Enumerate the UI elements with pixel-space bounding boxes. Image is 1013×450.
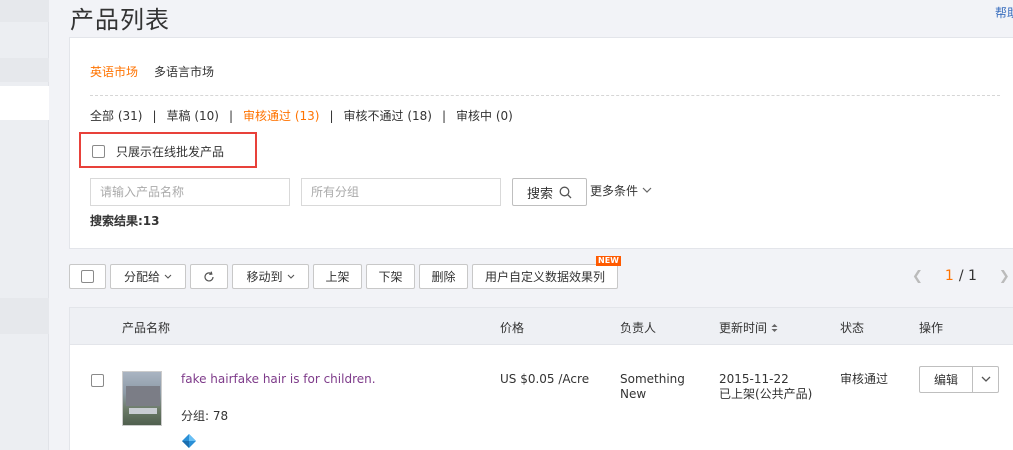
refresh-button[interactable] [190,264,228,289]
product-group: 分组: 78 [181,409,229,423]
select-all-checkbox[interactable] [81,270,94,283]
product-price: US $0.05 /Acre [500,372,590,386]
tab-english-market[interactable]: 英语市场 [90,63,138,80]
group-select[interactable]: 所有分组 [301,178,501,206]
search-result-count: 搜索结果:13 [90,214,160,228]
sidebar-block [0,298,49,334]
col-updated-time-label: 更新时间 [719,321,768,335]
page-title: 产品列表 [70,6,170,34]
table-header: 产品名称 价格 负责人 更新时间 状态 操作 [70,308,1013,345]
delete-button[interactable]: 删除 [419,264,468,289]
left-sidebar [0,0,49,450]
assign-button[interactable]: 分配给 [110,264,186,289]
col-product-name: 产品名称 [122,321,171,335]
product-thumbnail[interactable] [122,371,162,426]
diamond-icon [182,434,196,448]
select-all-button[interactable] [69,264,106,289]
product-title-link[interactable]: fake hairfake hair is for children. [181,372,376,387]
thumbnail-wall [129,408,157,414]
assign-label: 分配给 [123,270,160,284]
bulk-action-toolbar: 分配给 移动到 上架 下架 删除 用户自定义数据效果列 NEW [69,256,621,289]
prev-page-icon[interactable]: ❮ [912,269,923,284]
product-name-input[interactable]: 请输入产品名称 [90,178,290,206]
product-status: 审核通过 [840,372,889,386]
list-down-button[interactable]: 下架 [366,264,415,289]
search-icon [559,186,572,198]
col-actions: 操作 [919,321,944,335]
search-button-label: 搜索 [526,186,553,202]
product-owner-line1: Something [620,372,685,386]
separator: | [329,108,334,123]
separator: | [441,108,446,123]
status-filter-pending[interactable]: 审核中 (0) [456,107,513,124]
separator: | [228,108,233,123]
refresh-icon [204,270,214,281]
next-page-icon[interactable]: ❯ [999,269,1010,284]
product-listing-note: 已上架(公共产品) [719,387,813,401]
actions-dropdown-button[interactable] [973,366,999,393]
product-owner-line2: New [620,387,647,401]
sidebar-item-selected[interactable] [0,86,49,120]
more-conditions-toggle[interactable]: 更多条件 [590,182,652,199]
col-owner: 负责人 [620,321,657,335]
row-checkbox[interactable] [91,374,104,387]
only-online-wholesale-label: 只展示在线批发产品 [116,145,225,159]
separator: | [152,108,157,123]
status-filter-approved[interactable]: 审核通过 (13) [243,107,319,124]
edit-button[interactable]: 编辑 [919,366,973,393]
divider [90,95,1000,96]
custom-columns-label: 用户自定义数据效果列 [484,270,605,284]
product-table: 产品名称 价格 负责人 更新时间 状态 操作 fake hairfake hai… [69,307,1013,450]
pagination: ❮ 1 / 1 ❯ [912,268,1010,284]
status-filter-all[interactable]: 全部 (31) [90,107,142,124]
total-pages: / 1 [958,268,977,284]
list-up-button[interactable]: 上架 [313,264,362,289]
status-filters: 全部 (31) | 草稿 (10) | 审核通过 (13) | 审核不通过 (1… [90,107,513,124]
move-to-button[interactable]: 移动到 [232,264,309,289]
sidebar-block [0,58,49,82]
chevron-down-icon [164,274,172,279]
custom-columns-button[interactable]: 用户自定义数据效果列 NEW [472,256,621,289]
new-badge: NEW [596,256,621,266]
filter-panel: 英语市场 多语言市场 全部 (31) | 草稿 (10) | 审核通过 (13)… [69,37,1013,249]
col-price: 价格 [500,321,525,335]
market-tabs: 英语市场 多语言市场 [90,63,214,80]
move-to-label: 移动到 [246,270,283,284]
status-filter-draft[interactable]: 草稿 (10) [167,107,219,124]
only-online-wholesale-filter[interactable]: 只展示在线批发产品 [92,143,224,160]
sort-icon [771,323,778,332]
help-link[interactable]: 帮助 [995,4,1013,21]
row-actions: 编辑 [919,366,999,393]
current-page: 1 [944,268,954,284]
only-online-wholesale-checkbox[interactable] [92,145,105,158]
search-button[interactable]: 搜索 [512,178,587,206]
sidebar-block [0,0,49,22]
col-status: 状态 [840,321,865,335]
chevron-down-icon [642,187,652,193]
tab-multilang-market[interactable]: 多语言市场 [154,63,214,80]
col-updated-time[interactable]: 更新时间 [719,319,778,336]
chevron-down-icon [981,376,990,382]
product-updated-date: 2015-11-22 [719,372,789,386]
thumbnail-building [126,386,160,406]
chevron-down-icon [287,274,294,279]
more-conditions-label: 更多条件 [590,184,639,198]
status-filter-rejected[interactable]: 审核不通过 (18) [344,107,432,124]
